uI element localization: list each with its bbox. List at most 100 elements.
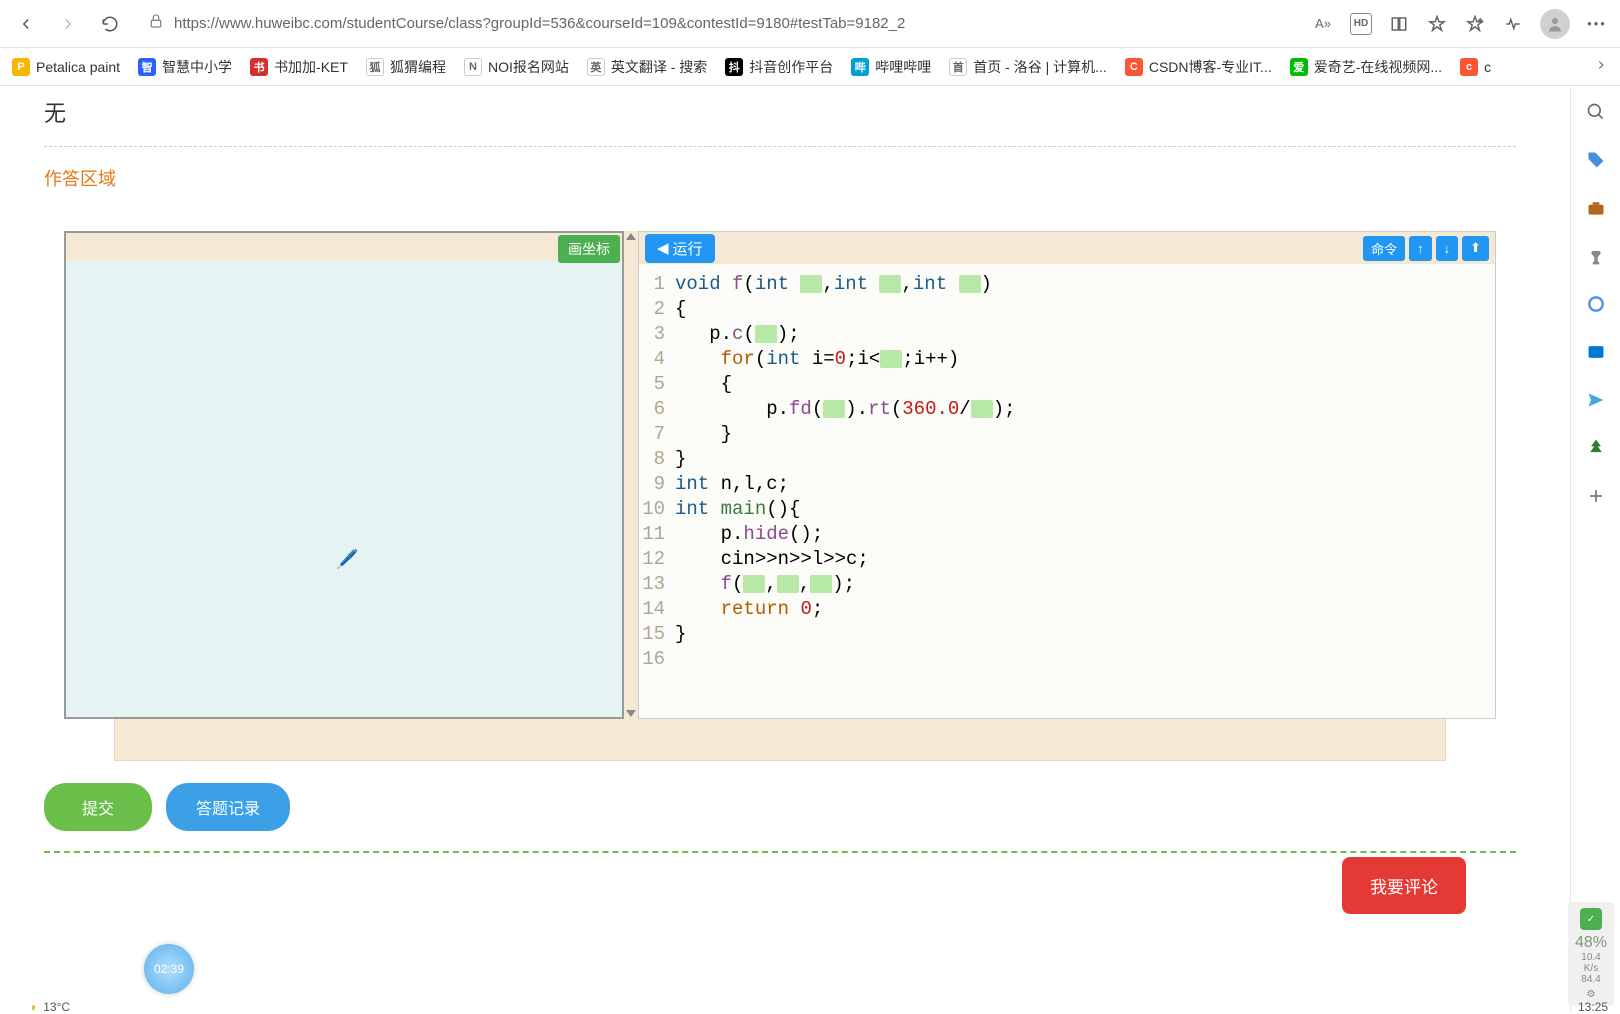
split-screen-icon[interactable] xyxy=(1388,13,1410,35)
code-line[interactable]: 16 xyxy=(639,647,1495,672)
fill-blank[interactable] xyxy=(810,575,832,593)
bookmark-favicon: C xyxy=(1125,58,1143,76)
editor-footer-strip xyxy=(114,719,1446,761)
expand-button[interactable]: ⬆ xyxy=(1462,236,1489,261)
turtle-canvas[interactable]: 画坐标 🖊️ xyxy=(64,231,624,719)
bookmark-item[interactable]: 狐狐猬编程 xyxy=(366,57,446,77)
code-toolbar: ◀ 运行 命令 ↑ ↓ ⬆ xyxy=(639,232,1495,264)
favorites-star-icon[interactable] xyxy=(1426,13,1448,35)
code-line[interactable]: 6 p.fd().rt(360.0/); xyxy=(639,397,1495,422)
fill-blank[interactable] xyxy=(777,575,799,593)
code-line[interactable]: 3 p.c(); xyxy=(639,322,1495,347)
bookmark-label: 英文翻译 - 搜索 xyxy=(611,57,707,77)
health-icon[interactable] xyxy=(1502,13,1524,35)
download-button[interactable]: ↓ xyxy=(1436,236,1459,261)
bookmark-item[interactable]: P Petalica paint xyxy=(12,57,120,77)
code-line[interactable]: 2{ xyxy=(639,297,1495,322)
timer-badge[interactable]: 02:39 xyxy=(144,944,194,994)
performance-widget[interactable]: ✓ 48% 10.4 K/s 84.4 ⚙ xyxy=(1568,902,1614,1006)
line-number: 6 xyxy=(639,397,675,422)
content-none: 无 xyxy=(14,86,1546,146)
run-button[interactable]: ◀ 运行 xyxy=(645,234,715,263)
bookmark-favicon: 智 xyxy=(138,58,156,76)
fill-blank[interactable] xyxy=(823,400,845,418)
fill-blank[interactable] xyxy=(743,575,765,593)
gear-icon[interactable]: ⚙ xyxy=(1570,989,1612,1000)
line-number: 12 xyxy=(639,547,675,572)
code-line[interactable]: 1void f(int ,int ,int ) xyxy=(639,272,1495,297)
code-line[interactable]: 14 return 0; xyxy=(639,597,1495,622)
code-line[interactable]: 8} xyxy=(639,447,1495,472)
action-buttons: 提交 答题记录 xyxy=(14,761,1546,831)
bookmark-item[interactable]: 首首页 - 洛谷 | 计算机... xyxy=(949,57,1107,77)
bookmark-item[interactable]: NNOI报名网站 xyxy=(464,57,569,77)
code-line[interactable]: 4 for(int i=0;i<;i++) xyxy=(639,347,1495,372)
code-line[interactable]: 10int main(){ xyxy=(639,497,1495,522)
code-line[interactable]: 15} xyxy=(639,622,1495,647)
answer-area-title: 作答区域 xyxy=(14,147,1546,201)
code-line[interactable]: 13 f(,,); xyxy=(639,572,1495,597)
code-line[interactable]: 11 p.hide(); xyxy=(639,522,1495,547)
comment-button[interactable]: 我要评论 xyxy=(1342,857,1466,914)
line-number: 7 xyxy=(639,422,675,447)
bookmark-item[interactable]: cc xyxy=(1460,57,1491,77)
bookmark-item[interactable]: 抖抖音创作平台 xyxy=(725,57,833,77)
send-icon[interactable] xyxy=(1584,388,1608,412)
line-number: 5 xyxy=(639,372,675,397)
submit-button[interactable]: 提交 xyxy=(44,783,152,831)
bookmark-item[interactable]: 英英文翻译 - 搜索 xyxy=(587,57,707,77)
pane-splitter[interactable] xyxy=(624,231,638,719)
chess-icon[interactable] xyxy=(1584,244,1608,268)
fill-blank[interactable] xyxy=(800,275,822,293)
more-icon[interactable]: ••• xyxy=(1586,13,1608,35)
bookmark-item[interactable]: 爱爱奇艺-在线视频网... xyxy=(1290,57,1442,77)
splitter-up-icon xyxy=(626,233,636,240)
refresh-button[interactable] xyxy=(96,10,124,38)
draw-axis-button[interactable]: 画坐标 xyxy=(558,235,620,263)
bookmark-label: Petalica paint xyxy=(36,59,120,75)
office-icon[interactable] xyxy=(1584,292,1608,316)
fill-blank[interactable] xyxy=(755,325,777,343)
read-aloud-icon[interactable]: A» xyxy=(1312,13,1334,35)
bookmark-favicon: P xyxy=(12,58,30,76)
profile-avatar[interactable] xyxy=(1540,9,1570,39)
bookmark-item[interactable]: 智智慧中小学 xyxy=(138,57,232,77)
code-line[interactable]: 12 cin>>n>>l>>c; xyxy=(639,547,1495,572)
bookmark-label: c xyxy=(1484,59,1491,75)
bookmarks-overflow-icon[interactable] xyxy=(1594,58,1608,75)
forward-button[interactable] xyxy=(54,10,82,38)
line-number: 11 xyxy=(639,522,675,547)
fill-blank[interactable] xyxy=(971,400,993,418)
fill-blank[interactable] xyxy=(879,275,901,293)
cmd-button[interactable]: 命令 xyxy=(1363,236,1405,261)
bookmark-item[interactable]: CCSDN博客-专业IT... xyxy=(1125,57,1272,77)
briefcase-icon[interactable] xyxy=(1584,196,1608,220)
code-line[interactable]: 9int n,l,c; xyxy=(639,472,1495,497)
tag-icon[interactable] xyxy=(1584,148,1608,172)
bookmark-favicon: 抖 xyxy=(725,58,743,76)
address-bar[interactable]: https://www.huweibc.com/studentCourse/cl… xyxy=(138,13,1298,34)
fill-blank[interactable] xyxy=(959,275,981,293)
outlook-icon[interactable] xyxy=(1584,340,1608,364)
answer-history-button[interactable]: 答题记录 xyxy=(166,783,290,831)
bookmark-label: NOI报名网站 xyxy=(488,57,569,77)
add-sidebar-icon[interactable] xyxy=(1584,484,1608,508)
code-line[interactable]: 5 { xyxy=(639,372,1495,397)
search-icon[interactable] xyxy=(1584,100,1608,124)
green-divider xyxy=(44,851,1516,853)
upload-button[interactable]: ↑ xyxy=(1409,236,1432,261)
code-line[interactable]: 7 } xyxy=(639,422,1495,447)
hd-badge[interactable]: HD xyxy=(1350,13,1372,35)
page-content: 无 作答区域 画坐标 🖊️ ◀ 运行 命令 ↑ xyxy=(14,86,1546,1012)
line-number: 9 xyxy=(639,472,675,497)
bookmark-favicon: 哔 xyxy=(851,58,869,76)
back-button[interactable] xyxy=(12,10,40,38)
bookmark-item[interactable]: 书书加加-KET xyxy=(250,57,348,77)
bookmark-item[interactable]: 哔哔哩哔哩 xyxy=(851,57,931,77)
favorites-add-icon[interactable] xyxy=(1464,13,1486,35)
code-editor[interactable]: 1void f(int ,int ,int )2{3 p.c();4 for(i… xyxy=(639,264,1495,718)
tree-icon[interactable] xyxy=(1584,436,1608,460)
fill-blank[interactable] xyxy=(880,350,902,368)
bookmark-label: 狐猬编程 xyxy=(390,57,446,77)
line-number: 8 xyxy=(639,447,675,472)
